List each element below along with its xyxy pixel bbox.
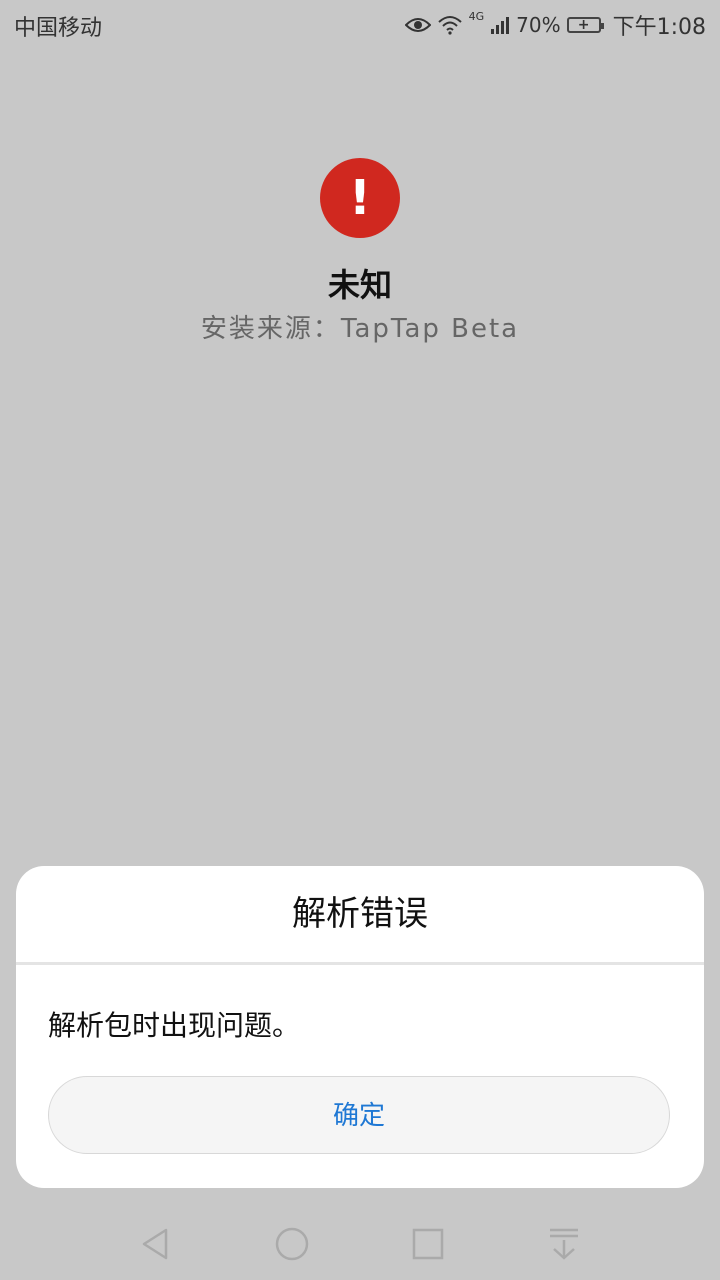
navigation-bar xyxy=(0,1206,720,1280)
eye-comfort-icon xyxy=(404,18,431,32)
carrier-label: 中国移动 xyxy=(14,16,103,41)
exclamation-icon: ! xyxy=(349,170,371,226)
signal-icon xyxy=(491,17,510,34)
notification-pull-icon[interactable] xyxy=(544,1224,584,1264)
home-icon[interactable] xyxy=(272,1224,312,1264)
back-icon[interactable] xyxy=(136,1224,176,1264)
dialog-message: 解析包时出现问题。 xyxy=(48,1009,301,1042)
dialog-divider xyxy=(16,962,704,965)
parse-error-dialog: 解析错误 解析包时出现问题。 确定 xyxy=(16,866,704,1188)
network-type: 4G xyxy=(468,10,485,23)
app-name: 未知 xyxy=(327,266,392,304)
battery-icon: + xyxy=(566,17,604,33)
wifi-icon xyxy=(437,16,462,35)
status-icons: 4G 70% + 下午1:08 xyxy=(404,8,706,42)
error-app-icon: ! xyxy=(320,158,400,238)
install-source: 安装来源：TapTap Beta xyxy=(200,314,520,344)
battery-percent: 70% xyxy=(516,13,561,37)
recents-icon[interactable] xyxy=(408,1224,448,1264)
dialog-title: 解析错误 xyxy=(292,894,428,934)
clock: 下午1:08 xyxy=(612,15,706,40)
status-bar: 中国移动 4G 70% + 下午1:08 xyxy=(0,0,720,50)
confirm-button[interactable]: 确定 xyxy=(48,1076,670,1154)
